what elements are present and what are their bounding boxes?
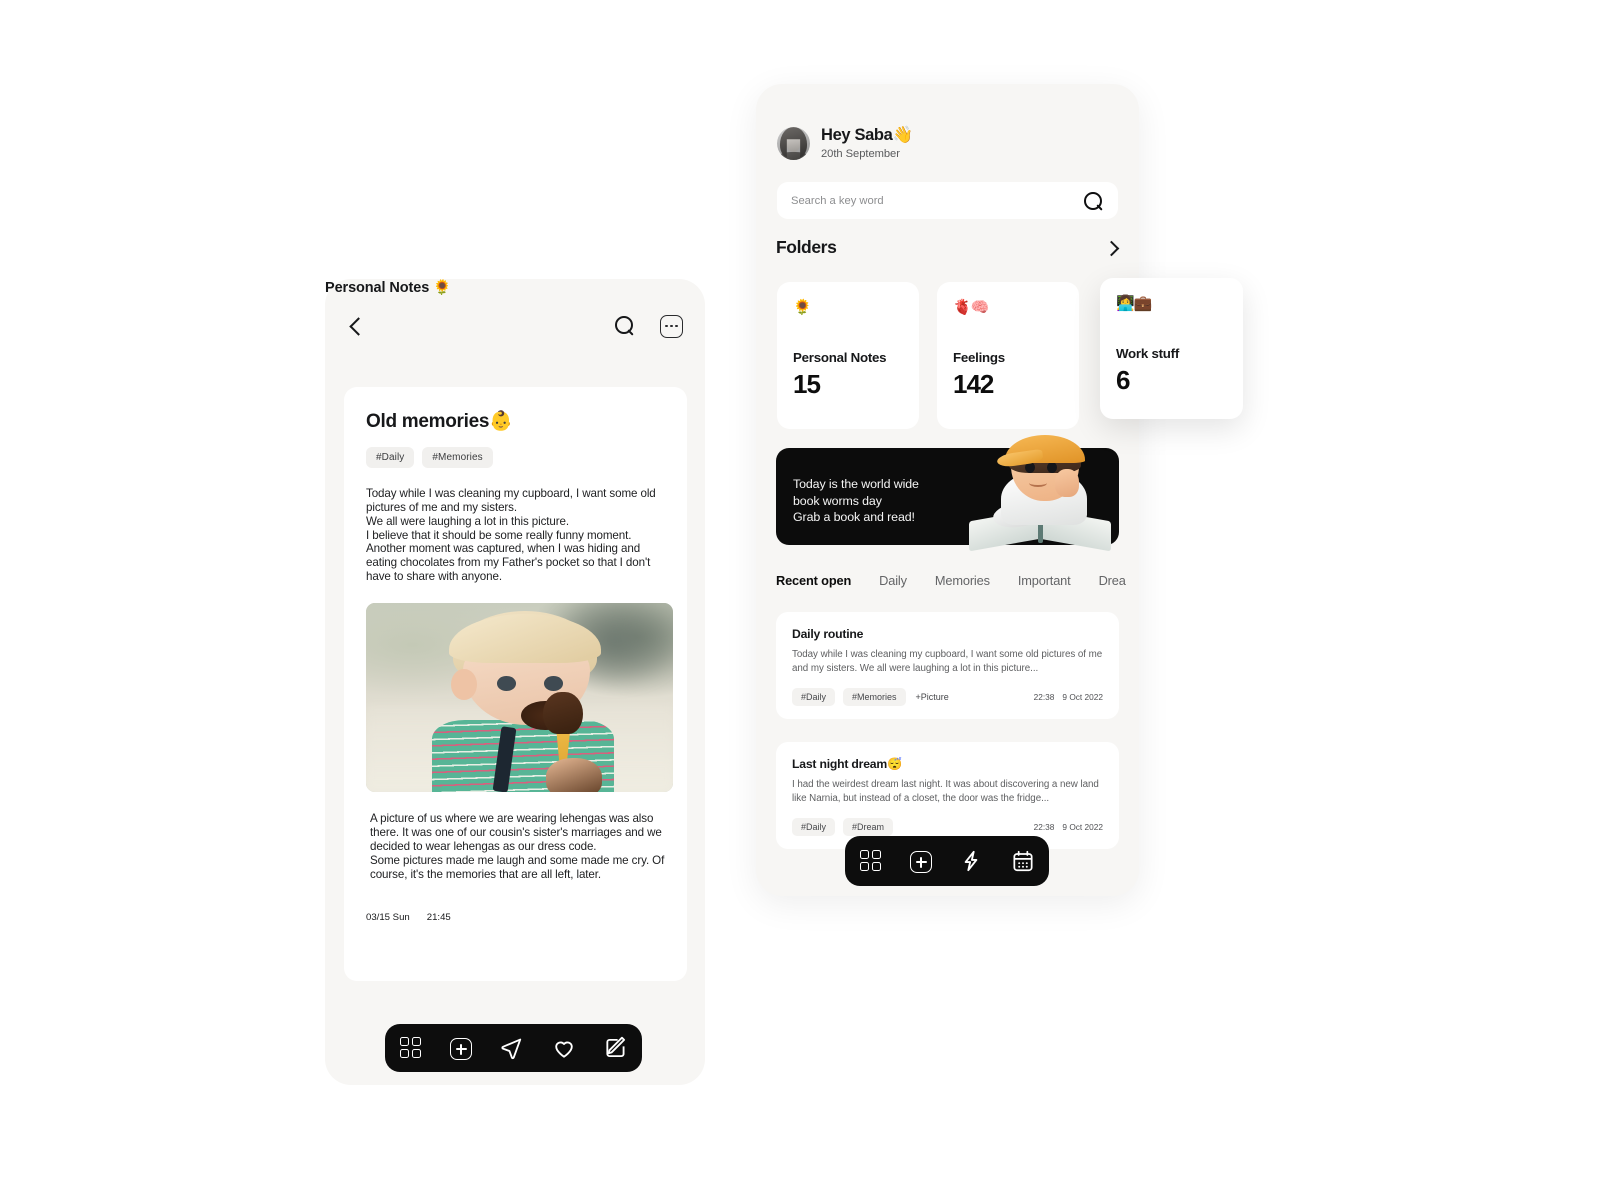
- illustration-eye: [1047, 462, 1057, 473]
- recent-note-time: 22:38: [1033, 691, 1055, 702]
- photo-child-hand: [545, 757, 603, 793]
- greeting-date: 20th September: [821, 148, 900, 160]
- chevron-left-icon[interactable]: [347, 316, 367, 336]
- dot: [674, 324, 678, 328]
- grid-icon[interactable]: [398, 1035, 424, 1061]
- folder-card-personal-notes[interactable]: 🌻 Personal Notes 15: [777, 282, 919, 429]
- photo-child-eye: [497, 676, 517, 691]
- chevron-right-icon[interactable]: [1103, 240, 1119, 256]
- search-input[interactable]: [791, 194, 1082, 207]
- bolt-icon[interactable]: [958, 848, 984, 874]
- note-tag-row: #Daily #Memories: [366, 446, 665, 468]
- recent-note-title: Daily routine: [792, 627, 864, 641]
- phone-right-home: Hey Saba👋 20th September Folders 🌻 Perso…: [756, 84, 1243, 896]
- recent-note-snippet: I had the weirdest dream last night. It …: [792, 779, 1099, 804]
- note-title: Old memories👶: [366, 411, 513, 432]
- tab-dreams[interactable]: Drea: [1099, 573, 1126, 588]
- search-bar[interactable]: [777, 182, 1118, 219]
- folder-count: 15: [793, 369, 821, 399]
- note-tag[interactable]: #Memories: [422, 446, 493, 468]
- search-icon[interactable]: [1082, 190, 1104, 212]
- folder-card-work-stuff[interactable]: 👩‍💻💼 Work stuff 6: [1100, 278, 1243, 419]
- recent-note-date: 9 Oct 2022: [1062, 691, 1103, 702]
- recent-note-tag[interactable]: #Daily: [792, 817, 836, 836]
- dot: [665, 324, 669, 328]
- note-detail-card: Old memories👶 #Daily #Memories Today whi…: [344, 387, 687, 981]
- heart-icon[interactable]: [551, 1035, 577, 1061]
- boy-reading-book-illustration: [967, 433, 1115, 552]
- photo-child: [432, 610, 618, 793]
- recent-note-date: 9 Oct 2022: [1062, 821, 1103, 832]
- folders-header: Folders: [776, 237, 1119, 258]
- greeting-text: Hey Saba👋: [821, 126, 913, 144]
- dot: [670, 324, 673, 328]
- recent-note-footer: #Daily #Memories +Picture 22:38 9 Oct 20…: [792, 687, 1103, 706]
- folder-count: 6: [1116, 365, 1130, 395]
- screenshot-canvas: Personal Notes 🌻 Old memories👶 #Daily #M…: [0, 0, 1600, 1200]
- illustration-smile: [1029, 479, 1047, 487]
- recent-note-footer: #Daily #Dream 22:38 9 Oct 2022: [792, 817, 1103, 836]
- folder-count: 142: [953, 369, 994, 399]
- promo-banner[interactable]: Today is the world wide book worms day G…: [776, 435, 1119, 552]
- category-tabs: Recent open Daily Memories Important Dre…: [776, 573, 1146, 588]
- recent-note-tag[interactable]: #Memories: [843, 687, 906, 706]
- recent-note-title: Last night dream😴: [792, 757, 902, 771]
- folder-label: Feelings: [953, 350, 1005, 365]
- tab-memories[interactable]: Memories: [935, 573, 990, 588]
- tab-daily[interactable]: Daily: [879, 573, 907, 588]
- phone-left-note-detail: Personal Notes 🌻 Old memories👶 #Daily #M…: [325, 279, 705, 1085]
- calendar-icon[interactable]: [1010, 848, 1036, 874]
- recent-note-timestamp: 22:38 9 Oct 2022: [1034, 822, 1103, 832]
- note-date: 03/15 Sun: [366, 911, 410, 923]
- list-item[interactable]: Daily routine Today while I was cleaning…: [776, 612, 1119, 719]
- illustration-hand: [1055, 469, 1079, 497]
- photo-child-eye: [543, 676, 563, 691]
- promo-banner-text: Today is the world wide book worms day G…: [793, 477, 919, 524]
- photo-child-fringe: [449, 614, 601, 664]
- note-timestamp: 03/15 Sun 21:45: [366, 912, 665, 923]
- recent-note-attachment[interactable]: +Picture: [914, 688, 951, 706]
- note-body-bottom: A picture of us where we are wearing leh…: [370, 812, 665, 881]
- edit-pencil-icon[interactable]: [603, 1035, 629, 1061]
- left-bottom-nav: [385, 1024, 642, 1072]
- folder-label: Personal Notes: [793, 350, 887, 365]
- folder-card-feelings[interactable]: 🫀🧠 Feelings 142: [937, 282, 1079, 429]
- plus-square-icon[interactable]: [450, 1038, 473, 1060]
- note-body-top: Today while I was cleaning my cupboard, …: [366, 486, 656, 584]
- home-header: Hey Saba👋 20th September: [777, 126, 913, 160]
- note-time: 21:45: [426, 911, 451, 923]
- recent-note-tag[interactable]: #Daily: [792, 687, 836, 706]
- recent-note-snippet: Today while I was cleaning my cupboard, …: [792, 649, 1103, 674]
- recent-note-time: 22:38: [1033, 821, 1055, 832]
- send-icon[interactable]: [498, 1035, 524, 1061]
- list-item[interactable]: Last night dream😴 I had the weirdest dre…: [776, 742, 1119, 849]
- avatar[interactable]: [777, 126, 810, 160]
- photo-child-ear: [450, 668, 477, 700]
- plus-square-icon[interactable]: [910, 851, 932, 873]
- grid-icon[interactable]: [858, 848, 884, 874]
- left-topbar: [325, 309, 705, 343]
- tab-recent-open[interactable]: Recent open: [776, 573, 851, 588]
- right-bottom-nav: [845, 836, 1049, 886]
- page-title: Personal Notes 🌻: [325, 280, 452, 296]
- folder-label: Work stuff: [1116, 346, 1179, 361]
- note-tag[interactable]: #Daily: [366, 446, 415, 468]
- recent-note-timestamp: 22:38 9 Oct 2022: [1034, 692, 1103, 702]
- folder-emoji: 🌻: [793, 299, 812, 316]
- note-photo: [366, 603, 673, 793]
- tab-important[interactable]: Important: [1018, 573, 1071, 588]
- search-icon[interactable]: [614, 315, 636, 337]
- greeting-block: Hey Saba👋 20th September: [821, 126, 913, 160]
- folder-emoji: 👩‍💻💼: [1116, 295, 1152, 312]
- photo-chocolate-scoop: [543, 692, 583, 734]
- more-options-icon[interactable]: [660, 314, 683, 338]
- recent-note-tag[interactable]: #Dream: [843, 817, 894, 836]
- folder-emoji: 🫀🧠: [953, 299, 989, 316]
- folders-title: Folders: [776, 237, 837, 257]
